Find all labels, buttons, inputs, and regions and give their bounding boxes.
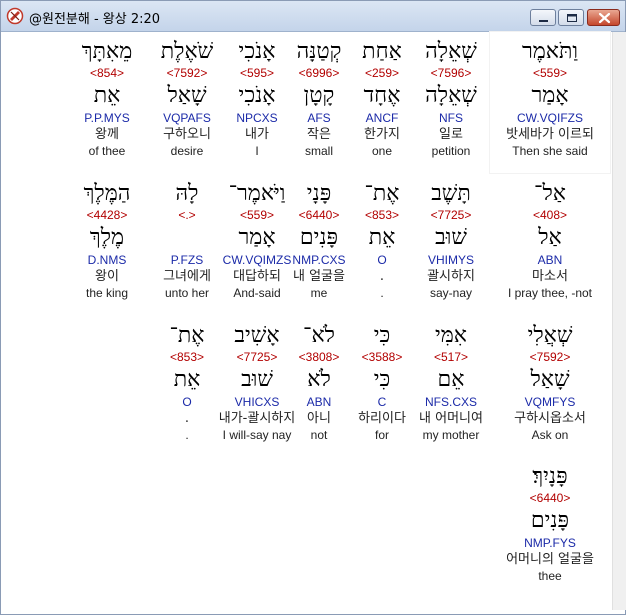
minimize-icon <box>539 20 548 22</box>
korean-gloss: 어머니의 얼굴을 <box>506 552 594 567</box>
hebrew-word: מֵאִתָּךְ <box>81 39 133 64</box>
strong-number: <854> <box>89 66 125 80</box>
korean-gloss: 왕이 <box>95 269 119 284</box>
strong-number: <4428> <box>86 208 128 222</box>
korean-gloss: . <box>184 411 190 426</box>
root-word: פָּנִים <box>530 508 570 533</box>
maximize-icon <box>567 14 577 22</box>
hebrew-word: הַמֶּלֶךְ <box>83 181 131 206</box>
root-word: אֵת <box>93 83 121 108</box>
minimize-button[interactable] <box>530 9 556 26</box>
english-gloss: of thee <box>88 144 126 158</box>
strong-number: <6440> <box>529 491 571 505</box>
root-word: מֶלֶךְ <box>89 225 125 250</box>
parsing-code: D.NMS <box>87 253 127 267</box>
word-cell[interactable]: פָּנָיִךְ׃ <6440> פָּנִים NMP.FYS 어머니의 얼굴을 th… <box>490 463 610 583</box>
word-cell[interactable]: אֶת־ <853> אֵת O.. <box>127 322 247 442</box>
english-gloss: the king <box>85 286 129 300</box>
word-cell[interactable]: מֵאִתָּךְ <854> אֵת P.P.MYS 왕께 of thee <box>47 38 167 158</box>
app-window: @원전분해 - 왕상 2:20 וַתֹּאמֶר <559> אָמַר CW.VQ… <box>0 0 626 615</box>
title-bar[interactable]: @원전분해 - 왕상 2:20 <box>1 1 625 32</box>
maximize-button[interactable] <box>558 9 584 26</box>
parsing-code: O <box>182 395 192 409</box>
parsing-code: P.P.MYS <box>84 111 130 125</box>
hebrew-word: אֶת־ <box>169 323 205 348</box>
bible-app-icon <box>6 7 24 25</box>
vertical-scrollbar[interactable] <box>612 32 626 610</box>
close-button[interactable] <box>587 9 620 26</box>
hebrew-word: פָּנָיִךְ׃ <box>532 464 568 489</box>
english-gloss: thee <box>538 569 562 583</box>
window-title: @원전분해 - 왕상 2:20 <box>29 12 161 27</box>
english-gloss: . <box>185 428 189 442</box>
strong-number: <853> <box>169 350 205 364</box>
close-icon <box>598 12 611 24</box>
root-word: אֵת <box>173 367 201 392</box>
word-cell[interactable]: הַמֶּלֶךְ <4428> מֶלֶךְ D.NMS 왕이 the king <box>47 180 167 300</box>
parsing-code: NMP.FYS <box>524 536 576 550</box>
interlinear-panel: וַתֹּאמֶר <559> אָמַר CW.VQIFZS 밧세바가 이르되 Then… <box>6 31 611 610</box>
korean-gloss: 왕께 <box>95 127 119 142</box>
